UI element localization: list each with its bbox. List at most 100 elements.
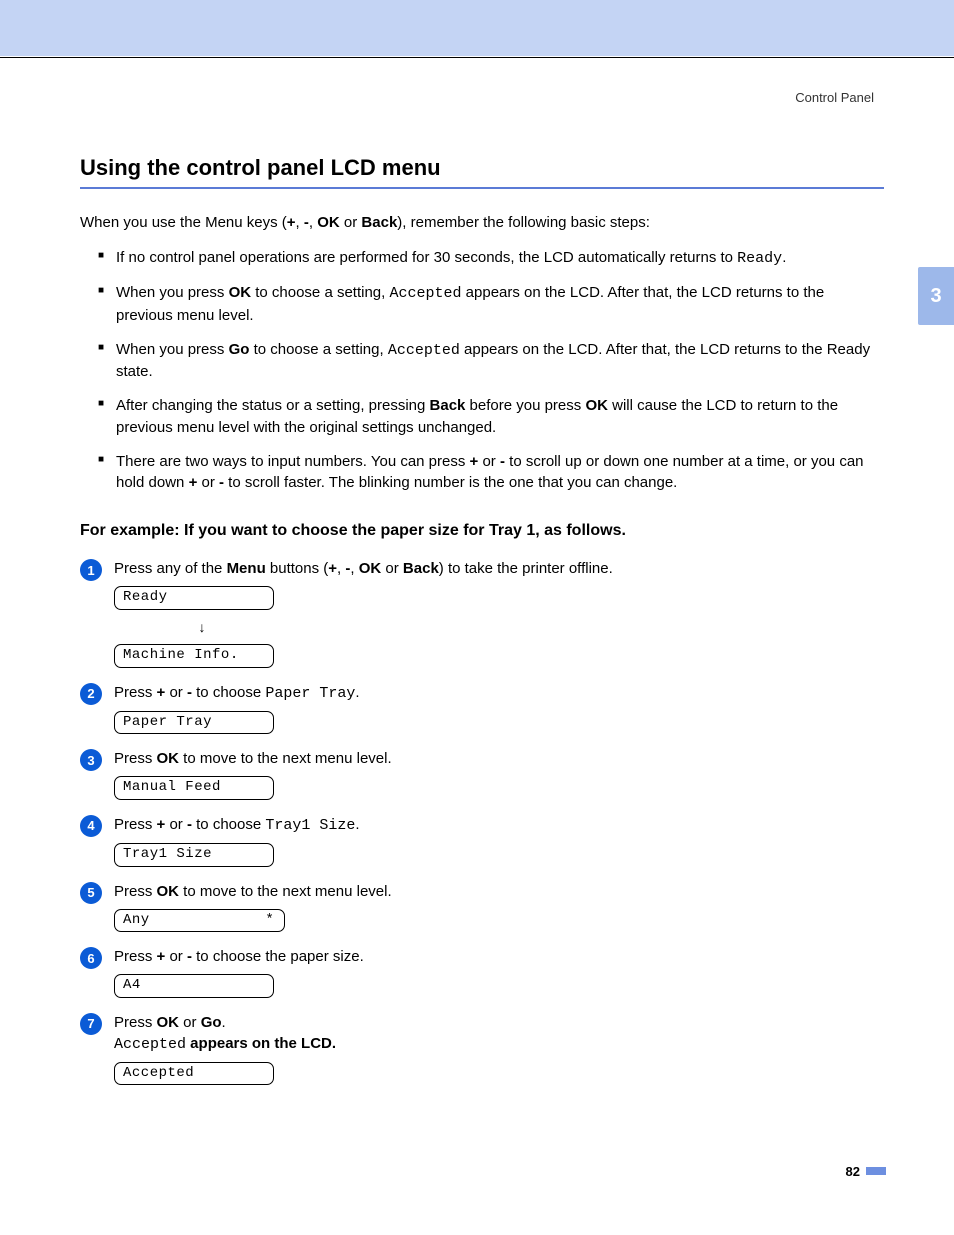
step-body: Press + or - to choose the paper size.A4 (114, 946, 884, 1006)
text: Press (114, 948, 157, 965)
lcd-display: Accepted (114, 1061, 884, 1086)
key-ok: OK (317, 214, 340, 231)
step: 4Press + or - to choose Tray1 Size.Tray1… (80, 814, 884, 875)
lcd-text: Any * (114, 909, 285, 933)
step-body: Press OK to move to the next menu level.… (114, 881, 884, 941)
text: , (350, 560, 358, 577)
text: or (165, 816, 187, 833)
bullet-item: When you press OK to choose a setting, A… (98, 282, 884, 327)
bold-text: + (189, 474, 198, 491)
step-body: Press + or - to choose Tray1 Size.Tray1 … (114, 814, 884, 875)
lcd-display: Manual Feed (114, 775, 884, 800)
lcd-text: A4 (114, 974, 274, 998)
lcd-display: Tray1 Size (114, 842, 884, 867)
text: , (309, 214, 317, 231)
mono-text: Accepted (114, 1036, 186, 1053)
lcd-text: Tray1 Size (114, 843, 274, 867)
text: or (165, 684, 187, 701)
bold-text: OK (229, 284, 252, 301)
step-subline: Accepted appears on the LCD. (114, 1033, 884, 1055)
text: Press (114, 750, 157, 767)
text: or (179, 1014, 201, 1031)
lcd-display: Paper Tray (114, 710, 884, 735)
lcd-text: Machine Info. (114, 644, 274, 668)
text: Press (114, 1014, 157, 1031)
text: When you press (116, 284, 229, 301)
text: before you press (465, 397, 585, 414)
bold-text: Back (403, 560, 439, 577)
section-label: Control Panel (0, 58, 954, 105)
bold-text: + (157, 948, 166, 965)
text: ), remember the following basic steps: (397, 214, 650, 231)
step-number-badge: 5 (80, 882, 102, 904)
step-text: Press + or - to choose Tray1 Size. (114, 814, 884, 836)
text: ) to take the printer offline. (439, 560, 613, 577)
text: buttons ( (266, 560, 329, 577)
page-number: 82 (846, 1164, 860, 1179)
content: Using the control panel LCD menu When yo… (0, 105, 954, 1093)
step-text: Press any of the Menu buttons (+, -, OK … (114, 558, 884, 579)
text: . (782, 249, 786, 266)
text: to choose a setting, (251, 284, 389, 301)
text: or (197, 474, 219, 491)
bullet-item: When you press Go to choose a setting, A… (98, 339, 884, 384)
step: 5 Press OK to move to the next menu level… (80, 881, 884, 941)
text: or (478, 453, 500, 470)
step: 1Press any of the Menu buttons (+, -, OK… (80, 558, 884, 676)
text: Press (114, 816, 157, 833)
text: If no control panel operations are perfo… (116, 249, 737, 266)
bold-text: Menu (227, 560, 266, 577)
bold-text: + (328, 560, 337, 577)
step-text: Press OK to move to the next menu level. (114, 748, 884, 769)
step-text: Press OK to move to the next menu level. (114, 881, 884, 902)
step-body: Press OK to move to the next menu level.… (114, 748, 884, 808)
lcd-display: Machine Info. (114, 643, 884, 668)
step: 6Press + or - to choose the paper size.A… (80, 946, 884, 1006)
lcd-text: Ready (114, 586, 274, 610)
bold-text: Go (229, 341, 250, 358)
steps-list: 1Press any of the Menu buttons (+, -, OK… (80, 558, 884, 1093)
bold-text: Go (201, 1014, 222, 1031)
text: to choose a setting, (249, 341, 387, 358)
text: to choose (192, 684, 265, 701)
step-text: Press + or - to choose Paper Tray. (114, 682, 884, 704)
text: or (340, 214, 362, 231)
text: . (222, 1014, 226, 1031)
step-body: Press OK or Go.Accepted appears on the L… (114, 1012, 884, 1094)
step-number-badge: 4 (80, 815, 102, 837)
step: 3Press OK to move to the next menu level… (80, 748, 884, 808)
text: When you use the Menu keys ( (80, 214, 287, 231)
mono-text: Ready (737, 250, 782, 267)
bold-text: Back (430, 397, 466, 414)
bullet-item: If no control panel operations are perfo… (98, 247, 884, 270)
chapter-tab: 3 (918, 267, 954, 325)
bold-text: OK (157, 750, 180, 767)
intro-line: When you use the Menu keys (+, -, OK or … (80, 213, 884, 233)
mono-text: Tray1 Size (265, 817, 355, 834)
text: , (296, 214, 304, 231)
text: to choose the paper size. (192, 948, 364, 965)
bullet-list: If no control panel operations are perfo… (80, 247, 884, 494)
text: . (355, 684, 359, 701)
lcd-display: Any * (114, 908, 884, 933)
step-body: Press + or - to choose Paper Tray. Paper … (114, 682, 884, 743)
text: to move to the next menu level. (179, 883, 392, 900)
step-number-badge: 7 (80, 1013, 102, 1035)
text: Press (114, 883, 157, 900)
key-back: Back (361, 214, 397, 231)
text: Press (114, 684, 157, 701)
lcd-display: Ready (114, 585, 884, 610)
bold-text: + (157, 816, 166, 833)
lcd-display: A4 (114, 973, 884, 998)
lcd-text: Accepted (114, 1062, 274, 1086)
page-bar (866, 1167, 886, 1175)
footer: 82 (846, 1163, 886, 1181)
text: After changing the status or a setting, … (116, 397, 430, 414)
bold-text: + (157, 684, 166, 701)
bold-text: + (470, 453, 479, 470)
text: or (381, 560, 403, 577)
step-text: Press OK or Go. (114, 1012, 884, 1033)
mono-text: Accepted (389, 285, 461, 302)
text: Press any of the (114, 560, 227, 577)
lcd-text: Paper Tray (114, 711, 274, 735)
